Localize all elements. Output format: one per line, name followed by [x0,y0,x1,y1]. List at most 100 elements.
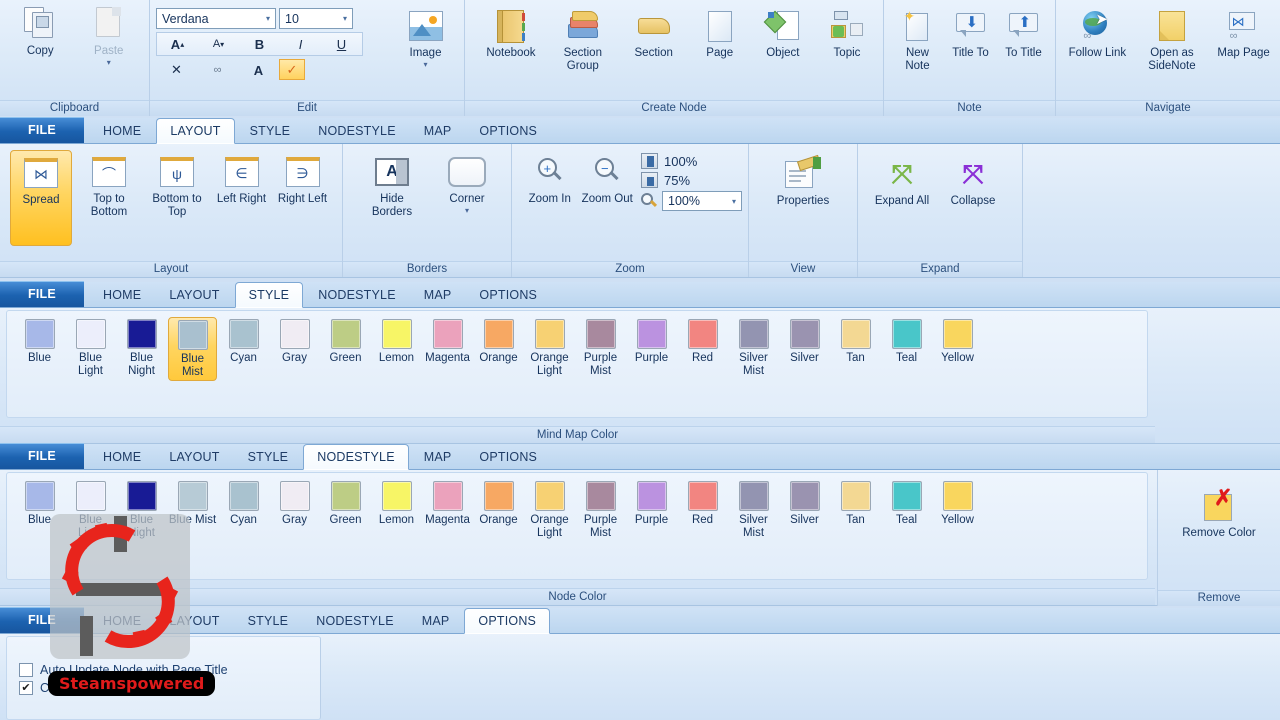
tab-map[interactable]: MAP [411,283,465,307]
mind-map-color-swatch-blue-night[interactable]: Blue Night [117,317,166,379]
expand-all-button[interactable]: ⤧ Expand All [872,152,932,210]
node-color-swatch-silver-mist[interactable]: Silver Mist [729,479,778,541]
mind-map-color-swatch-silver-mist[interactable]: Silver Mist [729,317,778,379]
node-color-swatch-magenta[interactable]: Magenta [423,479,472,529]
tab-options[interactable]: OPTIONS [466,445,550,469]
zoom-out-button[interactable]: − Zoom Out [580,150,636,208]
tab-style[interactable]: STYLE [235,609,302,633]
mind-map-color-swatch-magenta[interactable]: Magenta [423,317,472,367]
grow-font-button[interactable]: A ▴ [157,33,198,55]
node-color-swatch-orange-light[interactable]: Orange Light [525,479,574,541]
right-left-button[interactable]: ∋ Right Left [275,150,330,208]
tab-file[interactable]: FILE [0,117,84,143]
node-color-swatch-tan[interactable]: Tan [831,479,880,529]
chevron-down-icon[interactable]: ▾ [340,14,350,23]
font-name-combo[interactable]: Verdana ▾ [156,8,276,29]
tab-layout[interactable]: LAYOUT [156,283,232,307]
delete-text-button[interactable]: ✕ [156,59,197,81]
spread-button[interactable]: ⋈ Spread [10,150,72,246]
follow-link-button[interactable]: ➤ ∞ Follow Link [1064,4,1131,62]
chevron-down-icon[interactable]: ▾ [107,58,111,66]
corner-button[interactable]: Corner ▾ [433,150,501,216]
mind-map-color-swatch-blue[interactable]: Blue [15,317,64,367]
map-page-button[interactable]: ⋈ ∞ Map Page [1213,4,1274,62]
tab-nodestyle[interactable]: NODESTYLE [303,444,409,470]
mind-map-color-swatch-cyan[interactable]: Cyan [219,317,268,367]
tab-options[interactable]: OPTIONS [466,119,550,143]
mind-map-color-swatch-yellow[interactable]: Yellow [933,317,982,367]
mind-map-color-swatch-tan[interactable]: Tan [831,317,880,367]
node-color-swatch-purple[interactable]: Purple [627,479,676,529]
font-color-button[interactable]: A [238,59,279,81]
tab-style[interactable]: STYLE [235,445,302,469]
mind-map-color-swatch-orange[interactable]: Orange [474,317,523,367]
remove-color-button[interactable]: ✗ Remove Color [1177,484,1261,590]
section-group-button[interactable]: Section Group [549,4,617,75]
tab-home[interactable]: HOME [90,283,154,307]
tab-options[interactable]: OPTIONS [466,283,550,307]
tab-file[interactable]: FILE [0,281,84,307]
node-color-swatch-yellow[interactable]: Yellow [933,479,982,529]
tab-map[interactable]: MAP [411,119,465,143]
node-color-swatch-red[interactable]: Red [678,479,727,529]
shrink-font-button[interactable]: A ▾ [198,33,239,55]
tab-map[interactable]: MAP [411,445,465,469]
section-button[interactable]: Section [621,4,687,62]
paste-button[interactable]: Paste ▾ [75,2,144,68]
tab-layout[interactable]: LAYOUT [156,445,232,469]
checkbox-auto-update[interactable] [19,663,33,677]
topic-button[interactable]: Topic [817,4,877,62]
check-toggle-button[interactable]: ✓ [279,59,305,80]
tab-style[interactable]: STYLE [234,282,304,308]
hide-borders-button[interactable]: A Hide Borders [361,150,423,221]
node-color-swatch-green[interactable]: Green [321,479,370,529]
mind-map-color-swatch-green[interactable]: Green [321,317,370,367]
bottom-to-top-button[interactable]: ψ Bottom to Top [146,150,208,221]
checkbox-create-comments[interactable]: ✔ [19,681,33,695]
mind-map-color-swatch-purple[interactable]: Purple [627,317,676,367]
top-to-bottom-button[interactable]: ⌒ Top to Bottom [78,150,140,221]
object-button[interactable]: Object [753,4,813,62]
mind-map-color-swatch-gray[interactable]: Gray [270,317,319,367]
italic-button[interactable]: I [280,33,321,55]
notebook-button[interactable]: Notebook [477,4,545,62]
tab-nodestyle[interactable]: NODESTYLE [303,609,407,633]
tab-style[interactable]: STYLE [237,119,304,143]
node-color-swatch-teal[interactable]: Teal [882,479,931,529]
node-color-swatch-silver[interactable]: Silver [780,479,829,529]
tab-home[interactable]: HOME [90,445,154,469]
node-color-swatch-cyan[interactable]: Cyan [219,479,268,529]
link-icon[interactable]: ∞ [197,59,238,81]
mind-map-color-swatch-lemon[interactable]: Lemon [372,317,421,367]
font-size-combo[interactable]: 10 ▾ [279,8,353,29]
chevron-down-icon[interactable]: ▾ [263,14,273,23]
underline-button[interactable]: U [321,33,362,55]
collapse-button[interactable]: ⤧ Collapse [942,152,1004,210]
mind-map-color-swatch-blue-light[interactable]: Blue Light [66,317,115,379]
tab-home[interactable]: HOME [90,119,154,143]
mind-map-color-swatch-teal[interactable]: Teal [882,317,931,367]
chevron-down-icon[interactable]: ▾ [465,206,469,214]
chevron-down-icon[interactable]: ▾ [423,60,427,68]
zoom-preset-75[interactable]: 75% [641,172,742,188]
mind-map-color-swatch-purple-mist[interactable]: Purple Mist [576,317,625,379]
mind-map-color-swatch-blue-mist[interactable]: Blue Mist [168,317,217,382]
left-right-button[interactable]: ∈ Left Right [214,150,269,208]
page-button[interactable]: Page [691,4,749,62]
mind-map-color-swatch-orange-light[interactable]: Orange Light [525,317,574,379]
bold-button[interactable]: B [239,33,280,55]
to-title-button[interactable]: ⬆ To Title [998,4,1049,62]
copy-button[interactable]: Copy [6,2,75,60]
node-color-swatch-gray[interactable]: Gray [270,479,319,529]
tab-nodestyle[interactable]: NODESTYLE [305,283,409,307]
chevron-down-icon[interactable]: ▾ [729,197,739,206]
zoom-preset-100[interactable]: 100% [641,153,742,169]
tab-nodestyle[interactable]: NODESTYLE [305,119,409,143]
mind-map-color-swatch-red[interactable]: Red [678,317,727,367]
node-color-swatch-lemon[interactable]: Lemon [372,479,421,529]
open-as-sidenote-button[interactable]: Open as SideNote [1135,4,1210,75]
new-note-button[interactable]: ✦ New Note [892,4,943,75]
mind-map-color-swatch-silver[interactable]: Silver [780,317,829,367]
tab-map[interactable]: MAP [409,609,463,633]
properties-button[interactable]: Properties [759,152,847,210]
